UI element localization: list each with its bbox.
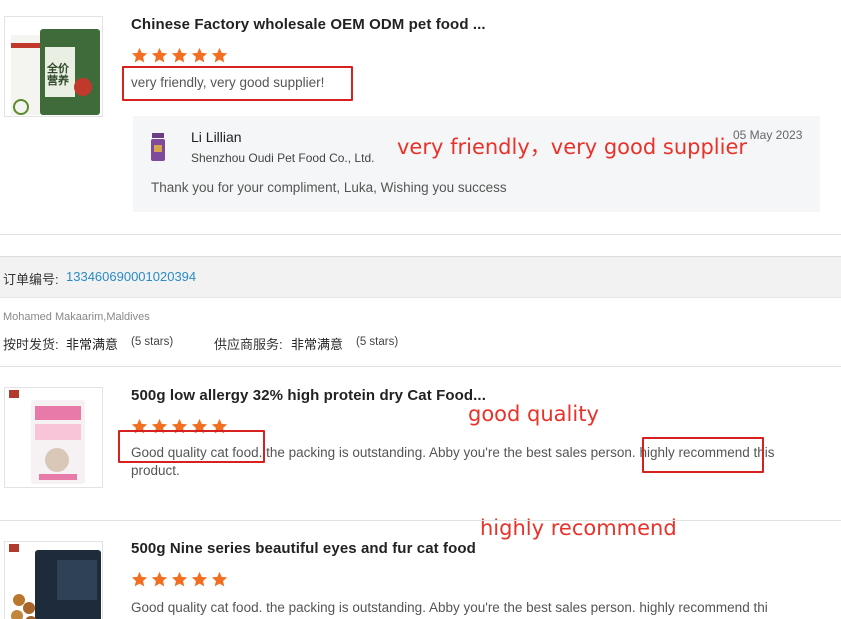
divider — [0, 366, 841, 367]
star-icon — [151, 571, 168, 587]
star-rating — [131, 47, 228, 64]
buyer-name: Mohamed Makaarim,Maldives — [3, 311, 150, 323]
shipping-label: 按时发货: — [3, 337, 59, 352]
seller-avatar — [151, 133, 165, 161]
shipping-value: 非常满意 — [66, 337, 119, 352]
order-number-link[interactable]: 133460690001020394 — [66, 269, 196, 284]
order-header: 订单编号: 133460690001020394 — [0, 256, 841, 298]
seller-company: Shenzhou Oudi Pet Food Co., Ltd. — [191, 151, 375, 165]
product-image-label: 全价营养 — [47, 63, 69, 87]
review-text-part: highly recommend — [639, 445, 750, 460]
product-title-link[interactable]: Chinese Factory wholesale OEM ODM pet fo… — [131, 16, 486, 33]
star-icon — [171, 571, 188, 587]
review-text-part: Good quality cat food — [131, 445, 259, 460]
service-label: 供应商服务: — [214, 337, 283, 352]
star-icon — [151, 47, 168, 63]
annotation-text: good quality — [468, 402, 599, 426]
star-icon — [151, 418, 168, 434]
star-icon — [131, 571, 148, 587]
divider — [0, 234, 841, 235]
product-thumbnail[interactable]: 全价营养 — [4, 16, 103, 117]
product-thumbnail[interactable] — [4, 387, 103, 488]
star-icon — [191, 571, 208, 587]
divider — [0, 520, 841, 521]
review-text: Good quality cat food. the packing is ou… — [131, 600, 768, 615]
star-icon — [171, 418, 188, 434]
seller-name: Li Lillian — [191, 129, 242, 145]
star-icon — [211, 418, 228, 434]
star-rating — [131, 418, 228, 435]
review-text: Good quality cat food. the packing is ou… — [131, 444, 791, 480]
star-icon — [191, 418, 208, 434]
order-number-label: 订单编号: — [3, 272, 59, 287]
shipping-stars: (5 stars) — [131, 336, 174, 348]
product-title-link[interactable]: 500g Nine series beautiful eyes and fur … — [131, 540, 476, 557]
review-text-part: . the packing is outstanding. Abby you'r… — [258, 445, 636, 460]
review-text: very friendly, very good supplier! — [131, 75, 325, 90]
annotation-text: very friendly，very good supplier — [397, 135, 748, 159]
service-stars: (5 stars) — [356, 336, 399, 348]
star-icon — [131, 47, 148, 63]
star-icon — [171, 47, 188, 63]
star-rating — [131, 571, 228, 588]
reply-text: Thank you for your compliment, Luka, Wis… — [151, 180, 507, 195]
star-icon — [211, 47, 228, 63]
star-icon — [211, 571, 228, 587]
product-title-link[interactable]: 500g low allergy 32% high protein dry Ca… — [131, 387, 486, 404]
star-icon — [191, 47, 208, 63]
product-thumbnail[interactable] — [4, 541, 103, 619]
service-value: 非常满意 — [291, 337, 344, 352]
star-icon — [131, 418, 148, 434]
